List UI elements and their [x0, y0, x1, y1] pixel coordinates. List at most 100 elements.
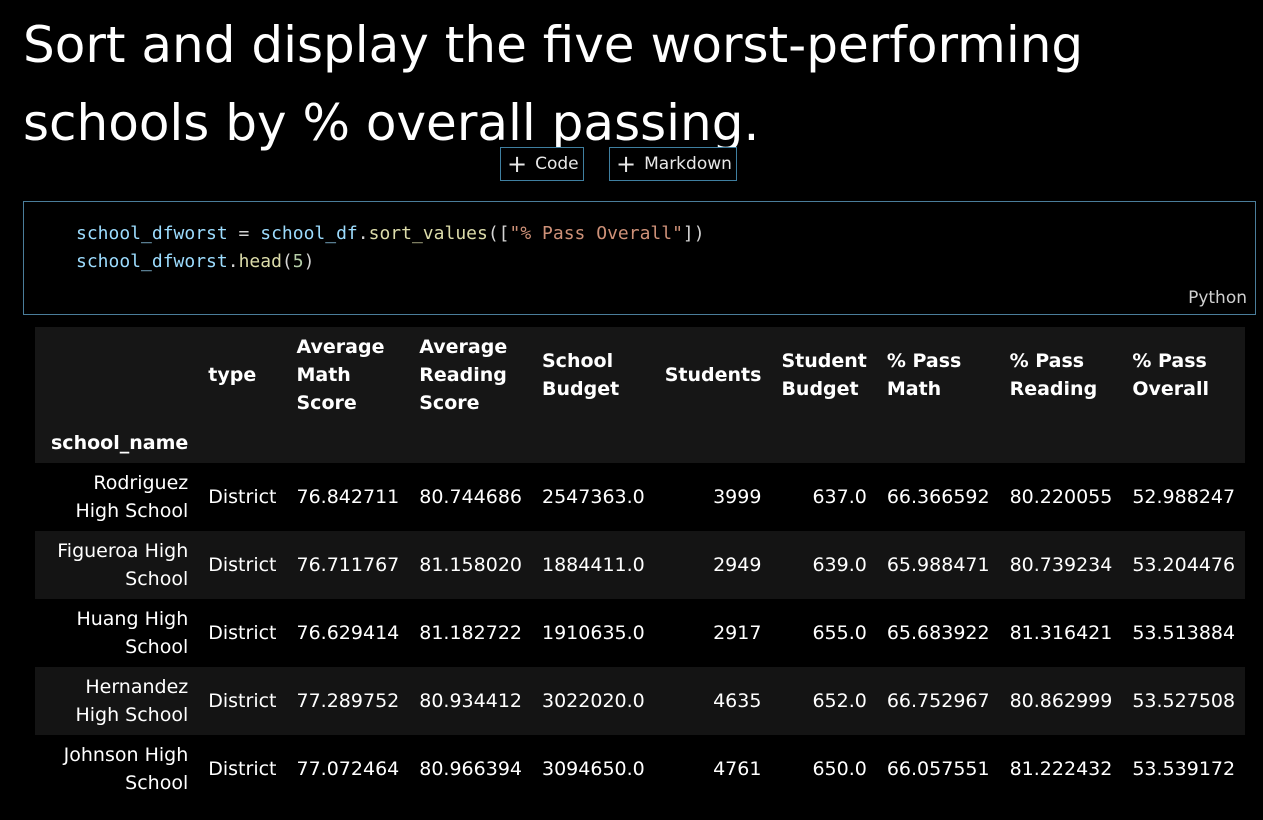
index-row-blank: [409, 423, 532, 463]
code-lines[interactable]: school_dfworst = school_df.sort_values([…: [76, 220, 705, 276]
cell-value: 66.366592: [886, 486, 990, 508]
code-token-variable: school_dfworst: [76, 251, 228, 272]
cell-value: 655.0: [812, 622, 867, 644]
column-header: % Pass Overall: [1122, 327, 1246, 423]
cell-value: 2949: [713, 554, 762, 576]
code-token-operator: =: [227, 223, 261, 244]
table-row: Figueroa High School District 76.711767 …: [35, 531, 1246, 599]
code-line-1: school_dfworst = school_df.sort_values([…: [76, 223, 705, 244]
add-markdown-cell-button[interactable]: + Markdown: [609, 147, 737, 181]
cell-value: 80.744686: [419, 486, 522, 508]
code-token-paren: ]): [682, 223, 705, 244]
row-index: Johnson High School: [63, 744, 189, 794]
code-token-variable: school_dfworst: [76, 223, 228, 244]
cell-value: 53.527508: [1132, 690, 1236, 712]
index-row-blank: [771, 423, 877, 463]
table-row: Hernandez High School District 77.289752…: [35, 667, 1246, 735]
cell-value: 65.683922: [886, 622, 990, 644]
cell-value: 652.0: [812, 690, 867, 712]
cell-value: 80.862999: [1009, 690, 1113, 712]
row-index: Figueroa High School: [57, 540, 189, 590]
cell-value: 637.0: [812, 486, 867, 508]
cell-value: 80.220055: [1009, 486, 1113, 508]
add-code-cell-button[interactable]: + Code: [500, 147, 584, 181]
cell-value: 2547363.0: [542, 486, 645, 508]
cell-value: 66.752967: [886, 690, 990, 712]
cell-value: 639.0: [812, 554, 867, 576]
plus-icon: +: [616, 150, 637, 178]
code-token-paren: ): [303, 251, 315, 272]
index-row-blank: [1122, 423, 1246, 463]
table-row: Huang High School District 76.629414 81.…: [35, 599, 1246, 667]
column-header: Students: [654, 327, 772, 423]
code-token-function: head: [238, 251, 282, 272]
cell-value: 81.222432: [1009, 758, 1113, 780]
cell-value: 80.934412: [419, 690, 522, 712]
code-token-paren: (: [281, 251, 293, 272]
cell-output: type Average Math Score Average Reading …: [35, 327, 1246, 803]
index-row-blank: [876, 423, 1000, 463]
row-index: Huang High School: [76, 608, 189, 658]
cell-value: 77.072464: [296, 758, 400, 780]
plus-icon: +: [507, 150, 528, 178]
code-token-paren: ([: [487, 223, 510, 244]
column-header: Average Math Score: [286, 327, 410, 423]
index-row-blank: [654, 423, 772, 463]
cell-value: 81.316421: [1009, 622, 1113, 644]
column-header: Student Budget: [771, 327, 877, 423]
index-name-row: school_name: [35, 423, 1246, 463]
code-token-string: "% Pass Overall": [509, 223, 683, 244]
cell-value: 3999: [713, 486, 762, 508]
cell-value: 650.0: [812, 758, 867, 780]
insert-cell-bar: + Code + Markdown: [0, 147, 1263, 183]
cell-value: 4635: [713, 690, 762, 712]
column-header: % Pass Reading: [999, 327, 1123, 423]
table-header-row: type Average Math Score Average Reading …: [35, 327, 1246, 423]
cell-value: 53.204476: [1132, 554, 1236, 576]
cell-value: 65.988471: [886, 554, 990, 576]
index-row-blank: [999, 423, 1123, 463]
index-name: school_name: [35, 423, 199, 463]
index-row-blank: [286, 423, 410, 463]
code-token-variable: school_df: [260, 223, 358, 244]
cell-value: 52.988247: [1132, 486, 1236, 508]
code-token-dot: .: [227, 251, 239, 272]
code-token-function: sort_values: [368, 223, 488, 244]
cell-type: District: [208, 554, 277, 576]
add-code-label: Code: [535, 154, 579, 174]
cell-value: 76.711767: [296, 554, 400, 576]
cell-type: District: [208, 486, 277, 508]
add-markdown-label: Markdown: [644, 154, 732, 174]
column-header: Average Reading Score: [409, 327, 532, 423]
code-token-number: 5: [292, 251, 304, 272]
cell-value: 77.289752: [296, 690, 400, 712]
row-index: Hernandez High School: [75, 676, 189, 726]
index-row-blank: [198, 423, 287, 463]
dataframe-table: type Average Math Score Average Reading …: [35, 327, 1246, 803]
table-row: Johnson High School District 77.072464 8…: [35, 735, 1246, 803]
table-row: Rodriguez High School District 76.842711…: [35, 463, 1246, 531]
cell-type: District: [208, 622, 277, 644]
markdown-heading: Sort and display the five worst-performi…: [23, 16, 1084, 152]
index-row-blank: [532, 423, 655, 463]
cell-value: 4761: [713, 758, 762, 780]
cell-language-label[interactable]: Python: [1188, 288, 1247, 308]
cell-value: 81.182722: [419, 622, 522, 644]
notebook-page: Sort and display the five worst-performi…: [0, 0, 1263, 820]
cell-value: 76.842711: [296, 486, 400, 508]
code-token-dot: .: [357, 223, 369, 244]
cell-value: 1884411.0: [542, 554, 645, 576]
column-header: type: [198, 327, 287, 423]
cell-value: 80.966394: [419, 758, 522, 780]
cell-value: 1910635.0: [542, 622, 645, 644]
index-header-blank: [35, 327, 199, 423]
cell-value: 53.513884: [1132, 622, 1236, 644]
cell-value: 80.739234: [1009, 554, 1113, 576]
cell-type: District: [208, 758, 277, 780]
cell-value: 53.539172: [1132, 758, 1236, 780]
column-header: School Budget: [532, 327, 655, 423]
cell-value: 2917: [713, 622, 762, 644]
cell-value: 66.057551: [886, 758, 990, 780]
code-cell-editor[interactable]: school_dfworst = school_df.sort_values([…: [23, 201, 1256, 315]
cell-value: 81.158020: [419, 554, 522, 576]
